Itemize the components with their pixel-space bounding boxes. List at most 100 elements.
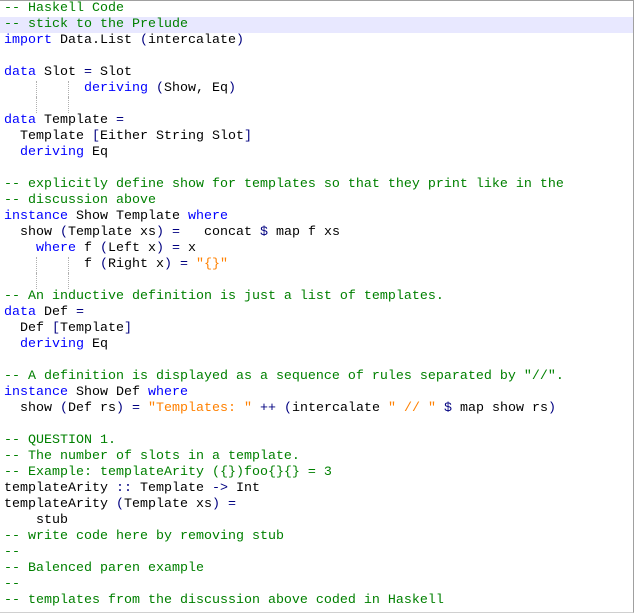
code-token: Def bbox=[4, 321, 52, 336]
code-line[interactable]: -- write code here by removing stub bbox=[0, 529, 633, 545]
operator-token: ) bbox=[155, 225, 164, 240]
code-line[interactable]: -- Haskell Code bbox=[0, 1, 633, 17]
code-line[interactable]: instance Show Template where bbox=[0, 209, 633, 225]
operator-token: = bbox=[115, 113, 124, 128]
code-line[interactable]: show (Def rs) = "Templates: " ++ (interc… bbox=[0, 401, 633, 417]
code-line[interactable]: Template [Either String Slot] bbox=[0, 129, 633, 145]
code-line[interactable]: show (Template xs) = concat $ map f xs bbox=[0, 225, 633, 241]
code-token: Data.List bbox=[52, 33, 140, 48]
code-token: x bbox=[180, 241, 196, 256]
comment-token: -- explicitly define show for templates … bbox=[4, 177, 564, 192]
operator-token: ) bbox=[235, 33, 244, 48]
code-line[interactable]: where f (Left x) = x bbox=[0, 241, 633, 257]
code-token: f bbox=[4, 257, 100, 272]
comment-token: -- write code here by removing stub bbox=[4, 529, 284, 544]
operator-token: $ bbox=[443, 401, 452, 416]
code-token: map f xs bbox=[267, 225, 340, 240]
code-line[interactable] bbox=[0, 49, 633, 65]
indent-guide bbox=[68, 273, 69, 289]
operator-token: ( bbox=[155, 81, 164, 96]
comment-token: -- stick to the Prelude bbox=[4, 17, 188, 32]
operator-token: = bbox=[171, 225, 180, 240]
code-token: Template bbox=[131, 481, 212, 496]
code-line[interactable]: -- bbox=[0, 545, 633, 561]
code-line[interactable]: Def [Template] bbox=[0, 321, 633, 337]
code-line[interactable]: -- An inductive definition is just a lis… bbox=[0, 289, 633, 305]
code-token: Show Def bbox=[68, 385, 148, 400]
operator-token: ) bbox=[116, 401, 124, 416]
code-token: Show, Eq bbox=[163, 81, 228, 96]
code-token: Def bbox=[36, 305, 76, 320]
code-line[interactable]: -- QUESTION 1. bbox=[0, 433, 633, 449]
indent-guide bbox=[36, 97, 37, 113]
code-token: Either String Slot bbox=[99, 129, 244, 144]
operator-token: ( bbox=[99, 257, 108, 272]
code-line[interactable]: deriving Eq bbox=[0, 337, 633, 353]
operator-token: ++ bbox=[259, 401, 276, 416]
code-line[interactable]: templateArity :: Template -> Int bbox=[0, 481, 633, 497]
code-line[interactable]: data Def = bbox=[0, 305, 633, 321]
code-token: map show rs bbox=[451, 401, 548, 416]
code-line[interactable]: templateArity (Template xs) = bbox=[0, 497, 633, 513]
code-token: f bbox=[76, 241, 100, 256]
code-line[interactable]: -- discussion above bbox=[0, 193, 633, 209]
keyword-token: deriving bbox=[83, 81, 148, 96]
code-token: Left x bbox=[108, 241, 156, 256]
operator-token: = bbox=[132, 401, 140, 416]
code-token: Show Template bbox=[68, 209, 188, 224]
code-line[interactable] bbox=[0, 161, 633, 177]
code-line[interactable]: -- templates from the discussion above c… bbox=[0, 593, 633, 609]
code-line[interactable]: f (Right x) = "{}" bbox=[0, 257, 633, 273]
operator-token: = bbox=[227, 497, 236, 512]
indent-guide bbox=[36, 257, 37, 273]
operator-token: [ bbox=[91, 129, 100, 144]
comment-token: -- bbox=[4, 545, 20, 560]
code-line[interactable]: data Template = bbox=[0, 113, 633, 129]
code-line[interactable]: instance Show Def where bbox=[0, 385, 633, 401]
code-editor[interactable]: -- Haskell Code -- stick to the Prelude im… bbox=[0, 0, 634, 613]
operator-token: ) bbox=[547, 401, 556, 416]
comment-token: -- The number of slots in a template. bbox=[4, 449, 300, 464]
code-line[interactable] bbox=[0, 417, 633, 433]
code-token: concat bbox=[179, 225, 260, 240]
code-line[interactable]: data Slot = Slot bbox=[0, 65, 633, 81]
code-line[interactable] bbox=[0, 353, 633, 369]
keyword-token: data bbox=[4, 305, 36, 320]
comment-token: -- templates from the discussion above c… bbox=[4, 593, 444, 608]
code-line[interactable]: deriving Eq bbox=[0, 145, 633, 161]
code-token: Template bbox=[36, 113, 116, 128]
code-line[interactable]: stub bbox=[0, 513, 633, 529]
code-line[interactable]: -- explicitly define show for templates … bbox=[0, 177, 633, 193]
code-line[interactable] bbox=[0, 273, 633, 289]
code-line[interactable]: -- Balenced paren example bbox=[0, 561, 633, 577]
string-token: "Templates: " bbox=[148, 401, 252, 416]
code-line[interactable]: import Data.List (intercalate) bbox=[0, 33, 633, 49]
comment-token: -- Example: templateArity ({})foo{}{} = … bbox=[4, 465, 332, 480]
operator-token: ) bbox=[163, 257, 172, 272]
code-line[interactable]: deriving (Show, Eq) bbox=[0, 81, 633, 97]
code-line[interactable]: -- bbox=[0, 577, 633, 593]
code-line[interactable]: -- The number of slots in a template. bbox=[0, 449, 633, 465]
operator-token: ( bbox=[115, 497, 124, 512]
comment-token: -- An inductive definition is just a lis… bbox=[4, 289, 444, 304]
operator-token: = bbox=[84, 65, 92, 80]
keyword-token: deriving bbox=[20, 337, 84, 352]
code-line[interactable]: -- stick to the Prelude bbox=[0, 17, 633, 33]
keyword-token: where bbox=[147, 385, 188, 400]
code-line[interactable] bbox=[0, 97, 633, 113]
code-line[interactable]: -- Example: templateArity ({})foo{}{} = … bbox=[0, 465, 633, 481]
keyword-token: where bbox=[36, 241, 76, 256]
keyword-token: instance bbox=[4, 209, 68, 224]
comment-token: -- Haskell Code bbox=[4, 1, 124, 16]
code-line[interactable]: -- A definition is displayed as a sequen… bbox=[0, 369, 633, 385]
operator-token: :: bbox=[115, 481, 132, 496]
keyword-token: data bbox=[4, 113, 36, 128]
operator-token: ( bbox=[60, 401, 68, 416]
keyword-token: data bbox=[4, 65, 36, 80]
